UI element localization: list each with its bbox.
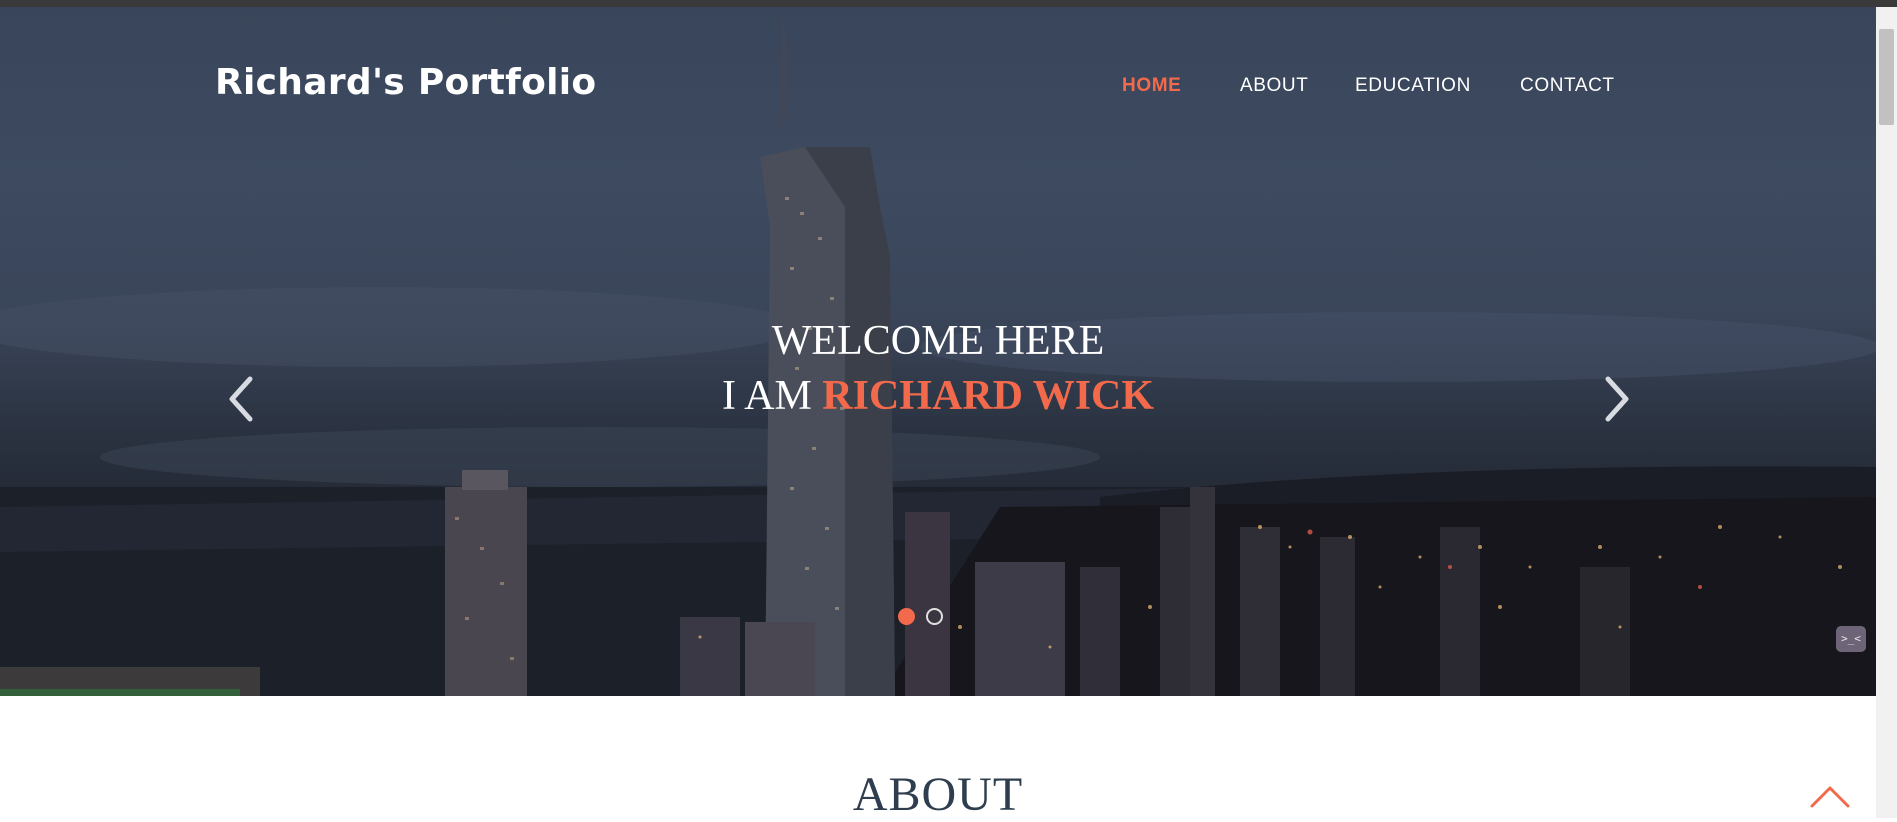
- browser-top-strip: [0, 0, 1897, 7]
- slider-next-button[interactable]: [1596, 369, 1636, 429]
- hero-intro-line: I AM RICHARD WICK: [0, 375, 1876, 417]
- slider-dot-2[interactable]: [926, 608, 943, 625]
- nav-item-education[interactable]: EDUCATION: [1355, 75, 1471, 97]
- chat-face-icon[interactable]: >_<: [1836, 626, 1866, 652]
- chevron-up-icon: [1810, 786, 1850, 808]
- hero-welcome-line: WELCOME HERE: [771, 318, 1105, 364]
- slider-dot-1[interactable]: [898, 608, 915, 625]
- scrollbar-thumb[interactable]: [1879, 29, 1894, 125]
- scroll-to-top-button[interactable]: [1808, 780, 1852, 810]
- main-nav: HOME ABOUT EDUCATION CONTACT: [0, 75, 1876, 105]
- hero-intro-name: RICHARD WICK: [822, 373, 1155, 419]
- nav-item-contact[interactable]: CONTACT: [1520, 75, 1615, 97]
- slider-prev-button[interactable]: [222, 369, 262, 429]
- hero-slider: Richard's Portfolio HOME ABOUT EDUCATION…: [0, 7, 1876, 696]
- about-section-title: ABOUT: [852, 768, 1024, 821]
- hero-intro-prefix: I AM: [721, 373, 812, 419]
- nav-item-about[interactable]: ABOUT: [1240, 75, 1308, 97]
- chevron-left-icon: [229, 376, 253, 422]
- chevron-right-icon: [1605, 376, 1629, 422]
- page-scrollbar[interactable]: [1876, 7, 1897, 818]
- nav-item-home[interactable]: HOME: [1122, 75, 1181, 97]
